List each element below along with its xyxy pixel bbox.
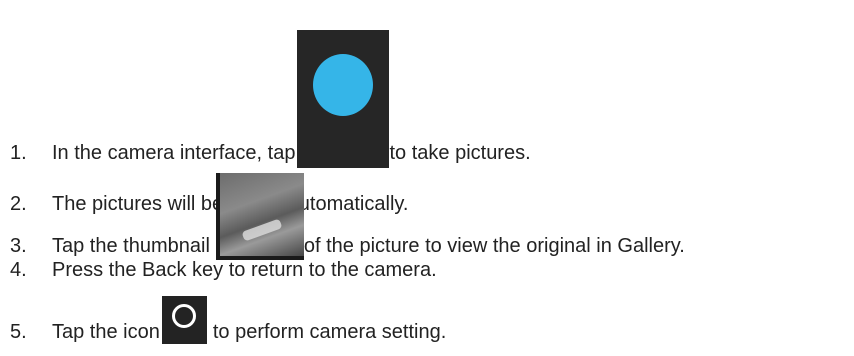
step-text-after: to perform camera setting. <box>212 321 447 343</box>
step-3: 3. Tap the thumbnail of the picture to v… <box>10 164 685 260</box>
step-text: Press the Back key to return to the came… <box>52 259 437 281</box>
step-number: 3. <box>10 235 27 257</box>
step-number: 5. <box>10 321 27 343</box>
gallery-thumbnail-icon <box>215 173 304 260</box>
step-text-after: of the picture to view the original in G… <box>303 235 685 257</box>
camera-settings-icon <box>161 296 207 344</box>
step-1: 1. In the camera interface, tap to take … <box>10 0 531 168</box>
thumbnail-highlight <box>241 218 283 242</box>
step-text-before: Tap the icon <box>52 321 160 343</box>
shutter-button-icon <box>297 30 390 168</box>
step-5: 5. Tap the icon to perform camera settin… <box>10 286 446 344</box>
step-text-before: Tap the thumbnail <box>52 235 210 257</box>
settings-ring <box>171 304 196 328</box>
step-number: 4. <box>10 259 27 281</box>
shutter-dot <box>313 54 374 116</box>
step-4: 4. Press the Back key to return to the c… <box>10 258 437 282</box>
